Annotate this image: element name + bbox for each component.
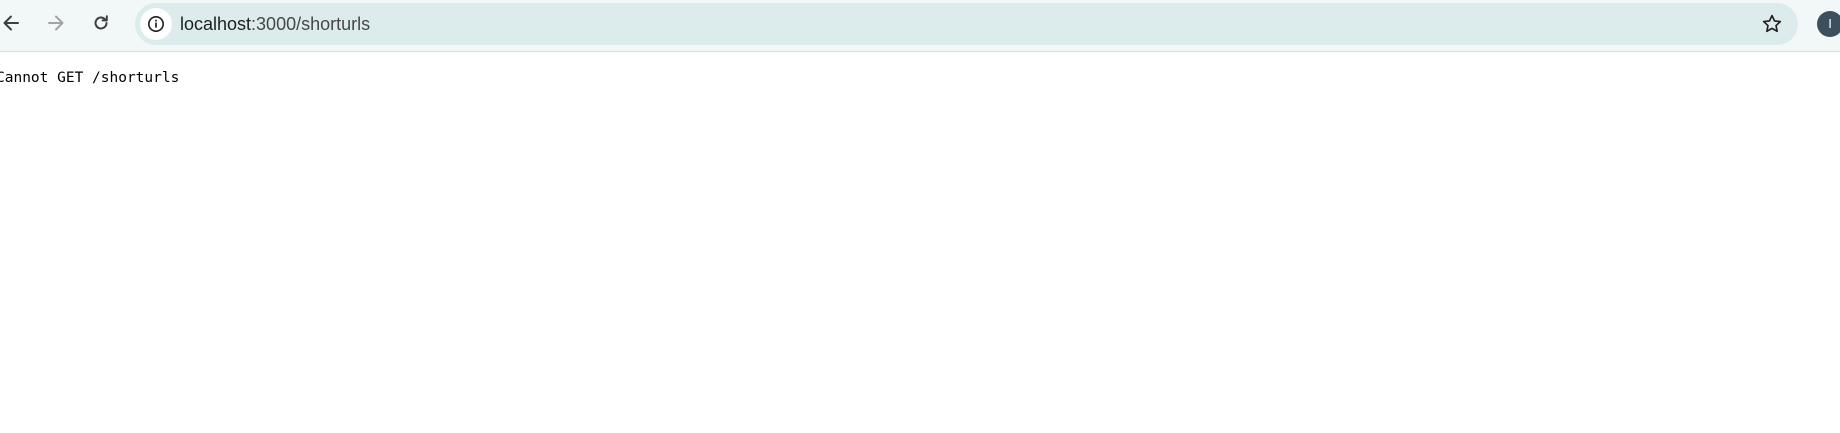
error-message: Cannot GET /shorturls [0, 70, 180, 86]
arrow-left-icon [3, 15, 19, 31]
address-bar[interactable]: localhost:3000/shorturls [135, 3, 1798, 45]
arrow-right-icon [48, 15, 64, 31]
forward-button[interactable] [39, 6, 73, 40]
star-outline-icon [1762, 14, 1782, 33]
bookmark-button[interactable] [1756, 8, 1788, 40]
info-circle-icon [148, 16, 164, 32]
reload-icon [94, 15, 108, 30]
url-host: localhost [180, 14, 252, 34]
page-content: Cannot GET /shorturls [0, 53, 1840, 433]
browser-toolbar: localhost:3000/shorturls I [0, 0, 1840, 52]
site-info-button[interactable] [140, 8, 172, 40]
url-text[interactable]: localhost:3000/shorturls [180, 3, 370, 45]
url-path: :3000/shorturls [251, 14, 371, 34]
back-button[interactable] [0, 6, 28, 40]
reload-button[interactable] [84, 6, 118, 40]
profile-avatar[interactable]: I [1817, 11, 1840, 37]
